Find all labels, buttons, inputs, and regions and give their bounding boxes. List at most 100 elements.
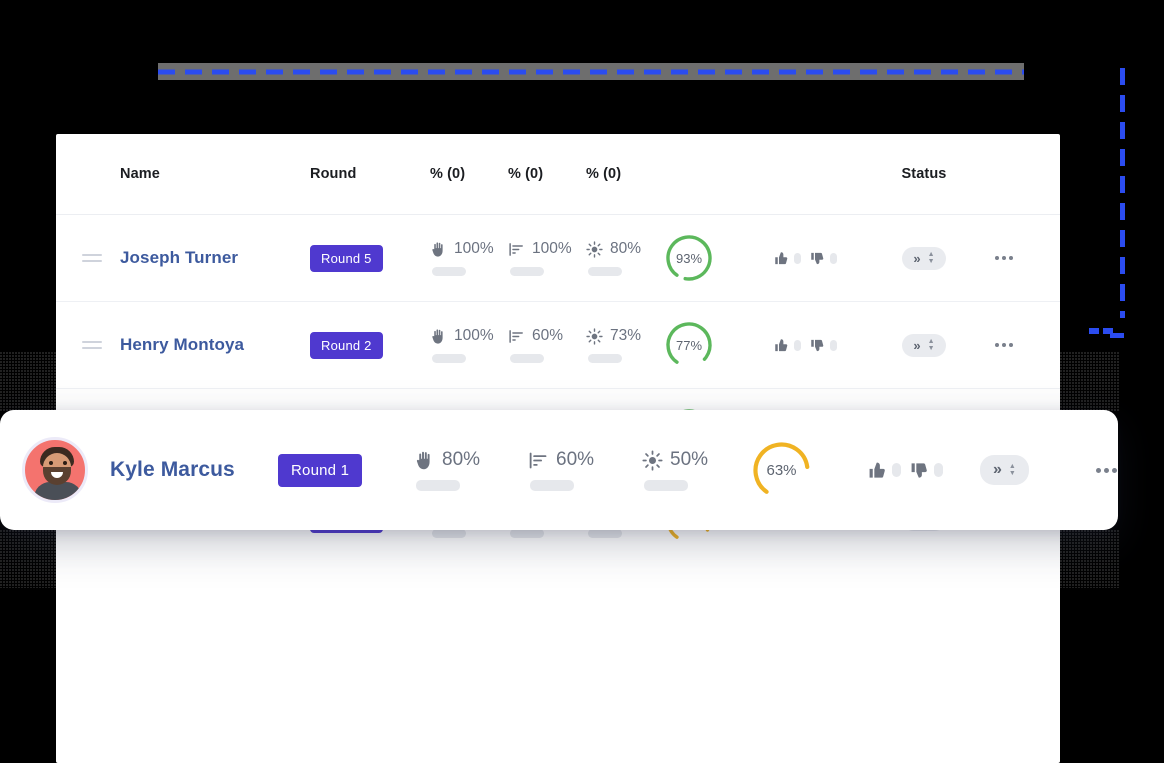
decor-right-dashed-line — [1110, 68, 1164, 338]
shadow-noise-left-bottom — [0, 530, 58, 588]
metric-1-bar — [416, 480, 460, 491]
metric-2-bar — [510, 354, 544, 363]
score-value: 93% — [675, 250, 703, 266]
column-header-status[interactable]: Status — [874, 166, 974, 182]
metric-2-cell: 60% — [508, 327, 586, 363]
shadow-noise-left-top — [0, 352, 58, 412]
highlighted-votes-cell — [868, 461, 980, 480]
highlighted-more-cell — [1076, 467, 1136, 473]
raised-hand-icon — [414, 450, 435, 471]
more-horizontal-icon[interactable] — [1076, 467, 1136, 473]
highlighted-metric-1: 80% — [414, 449, 528, 491]
highlighted-metric-3: 50% — [642, 449, 750, 491]
metric-2-value: 60% — [556, 449, 595, 470]
column-header-metric-3[interactable]: % (0) — [586, 166, 664, 182]
metric-2-value: 60% — [532, 327, 564, 344]
status-pill[interactable]: » ▲ ▼ — [980, 455, 1029, 485]
thumbs-up-icon[interactable] — [774, 338, 789, 353]
metric-1-bar — [432, 267, 466, 276]
thumbs-down-group[interactable] — [810, 251, 837, 266]
thumbs-up-count-placeholder — [794, 252, 801, 264]
metric-3-bar — [588, 267, 622, 276]
metric-1-cell: 100% — [430, 327, 508, 363]
score-value: 63% — [766, 461, 797, 479]
metric-1-cell: 100% — [430, 240, 508, 276]
metric-2-bar — [530, 480, 574, 491]
thumbs-down-count-placeholder — [830, 339, 837, 351]
thumbs-up-group[interactable] — [774, 251, 801, 266]
shadow-noise-right-bottom — [1060, 530, 1120, 588]
sun-brightness-icon — [642, 449, 663, 471]
metric-2-cell: 100% — [508, 240, 586, 276]
decor-top-dashed-bar — [158, 63, 1024, 80]
thumbs-down-icon[interactable] — [910, 461, 929, 480]
metric-1-value: 80% — [442, 449, 481, 470]
thumbs-down-group[interactable] — [810, 338, 837, 353]
column-header-name[interactable]: Name — [120, 166, 310, 182]
candidate-name-link[interactable]: Kyle Marcus — [110, 458, 235, 481]
thumbs-down-group[interactable] — [910, 461, 943, 480]
metric-1-bar — [432, 354, 466, 363]
candidate-name-link[interactable]: Henry Montoya — [120, 335, 244, 354]
round-badge[interactable]: Round 5 — [310, 244, 383, 272]
raised-hand-icon — [430, 241, 447, 258]
highlighted-candidate-row[interactable]: Kyle Marcus Round 1 80% 60% 50% 63% » ▲ … — [0, 410, 1118, 530]
sort-updown-icon: ▲▼ — [927, 250, 935, 265]
thumbs-down-icon[interactable] — [810, 251, 825, 266]
thumbs-down-count-placeholder — [934, 463, 943, 477]
drag-handle-icon[interactable] — [82, 254, 102, 262]
thumbs-down-count-placeholder — [830, 252, 837, 264]
highlighted-score-cell: 63% — [750, 439, 868, 502]
metric-3-value: 73% — [610, 327, 642, 344]
highlighted-metric-2: 60% — [528, 449, 642, 491]
highlighted-name-cell: Kyle Marcus — [110, 458, 278, 482]
metric-3-value: 50% — [670, 449, 709, 470]
thumbs-up-icon[interactable] — [868, 461, 887, 480]
table-row[interactable]: Henry Montoya Round 2 100% 60% 73% 77% » ▲ ▼ — [56, 302, 1060, 389]
column-header-metric-1[interactable]: % (0) — [430, 166, 508, 182]
metric-2-bar — [510, 267, 544, 276]
score-value: 77% — [675, 337, 703, 353]
more-horizontal-icon[interactable] — [974, 343, 1034, 347]
shadow-noise-right-top — [1060, 352, 1120, 412]
metric-1-value: 100% — [454, 240, 494, 257]
bar-levels-icon — [508, 241, 525, 258]
round-badge[interactable]: Round 2 — [310, 331, 383, 359]
raised-hand-icon — [430, 328, 447, 345]
drag-handle-icon[interactable] — [82, 341, 102, 349]
highlighted-round-cell: Round 1 — [278, 453, 414, 487]
metric-3-bar — [588, 354, 622, 363]
decor-vertical-dash — [1120, 68, 1125, 318]
round-badge[interactable]: Round 1 — [278, 453, 363, 487]
metric-3-value: 80% — [610, 240, 642, 257]
status-pill[interactable]: » ▲▼ — [902, 246, 946, 270]
metric-3-cell: 73% — [586, 327, 664, 363]
sort-updown-icon: ▲▼ — [927, 337, 935, 352]
metric-2-value: 100% — [532, 240, 572, 257]
sort-updown-icon: ▲▼ — [1008, 462, 1016, 477]
column-header-metric-2[interactable]: % (0) — [508, 166, 586, 182]
decor-horizontal-dash — [1085, 328, 1115, 334]
thumbs-up-icon[interactable] — [774, 251, 789, 266]
thumbs-down-icon[interactable] — [810, 338, 825, 353]
score-ring: 77% — [664, 320, 714, 370]
double-chevron-right-icon: » — [993, 461, 1002, 478]
bar-levels-icon — [528, 450, 549, 471]
avatar — [22, 437, 88, 503]
score-ring: 63% — [750, 439, 813, 502]
candidate-name-link[interactable]: Joseph Turner — [120, 248, 238, 267]
thumbs-up-group[interactable] — [868, 461, 901, 480]
sun-brightness-icon — [586, 240, 603, 258]
status-pill[interactable]: » ▲▼ — [902, 333, 946, 357]
thumbs-up-count-placeholder — [794, 339, 801, 351]
metric-3-bar — [644, 480, 688, 491]
double-chevron-right-icon: » — [913, 250, 921, 266]
column-header-round[interactable]: Round — [310, 166, 430, 182]
sun-brightness-icon — [586, 327, 603, 345]
metric-1-value: 100% — [454, 327, 494, 344]
metric-3-cell: 80% — [586, 240, 664, 276]
thumbs-up-group[interactable] — [774, 338, 801, 353]
highlighted-status-cell: » ▲ ▼ — [980, 455, 1076, 485]
more-horizontal-icon[interactable] — [974, 256, 1034, 260]
table-row[interactable]: Joseph Turner Round 5 100% 100% 80% 93% » ▲ ▼ — [56, 215, 1060, 302]
